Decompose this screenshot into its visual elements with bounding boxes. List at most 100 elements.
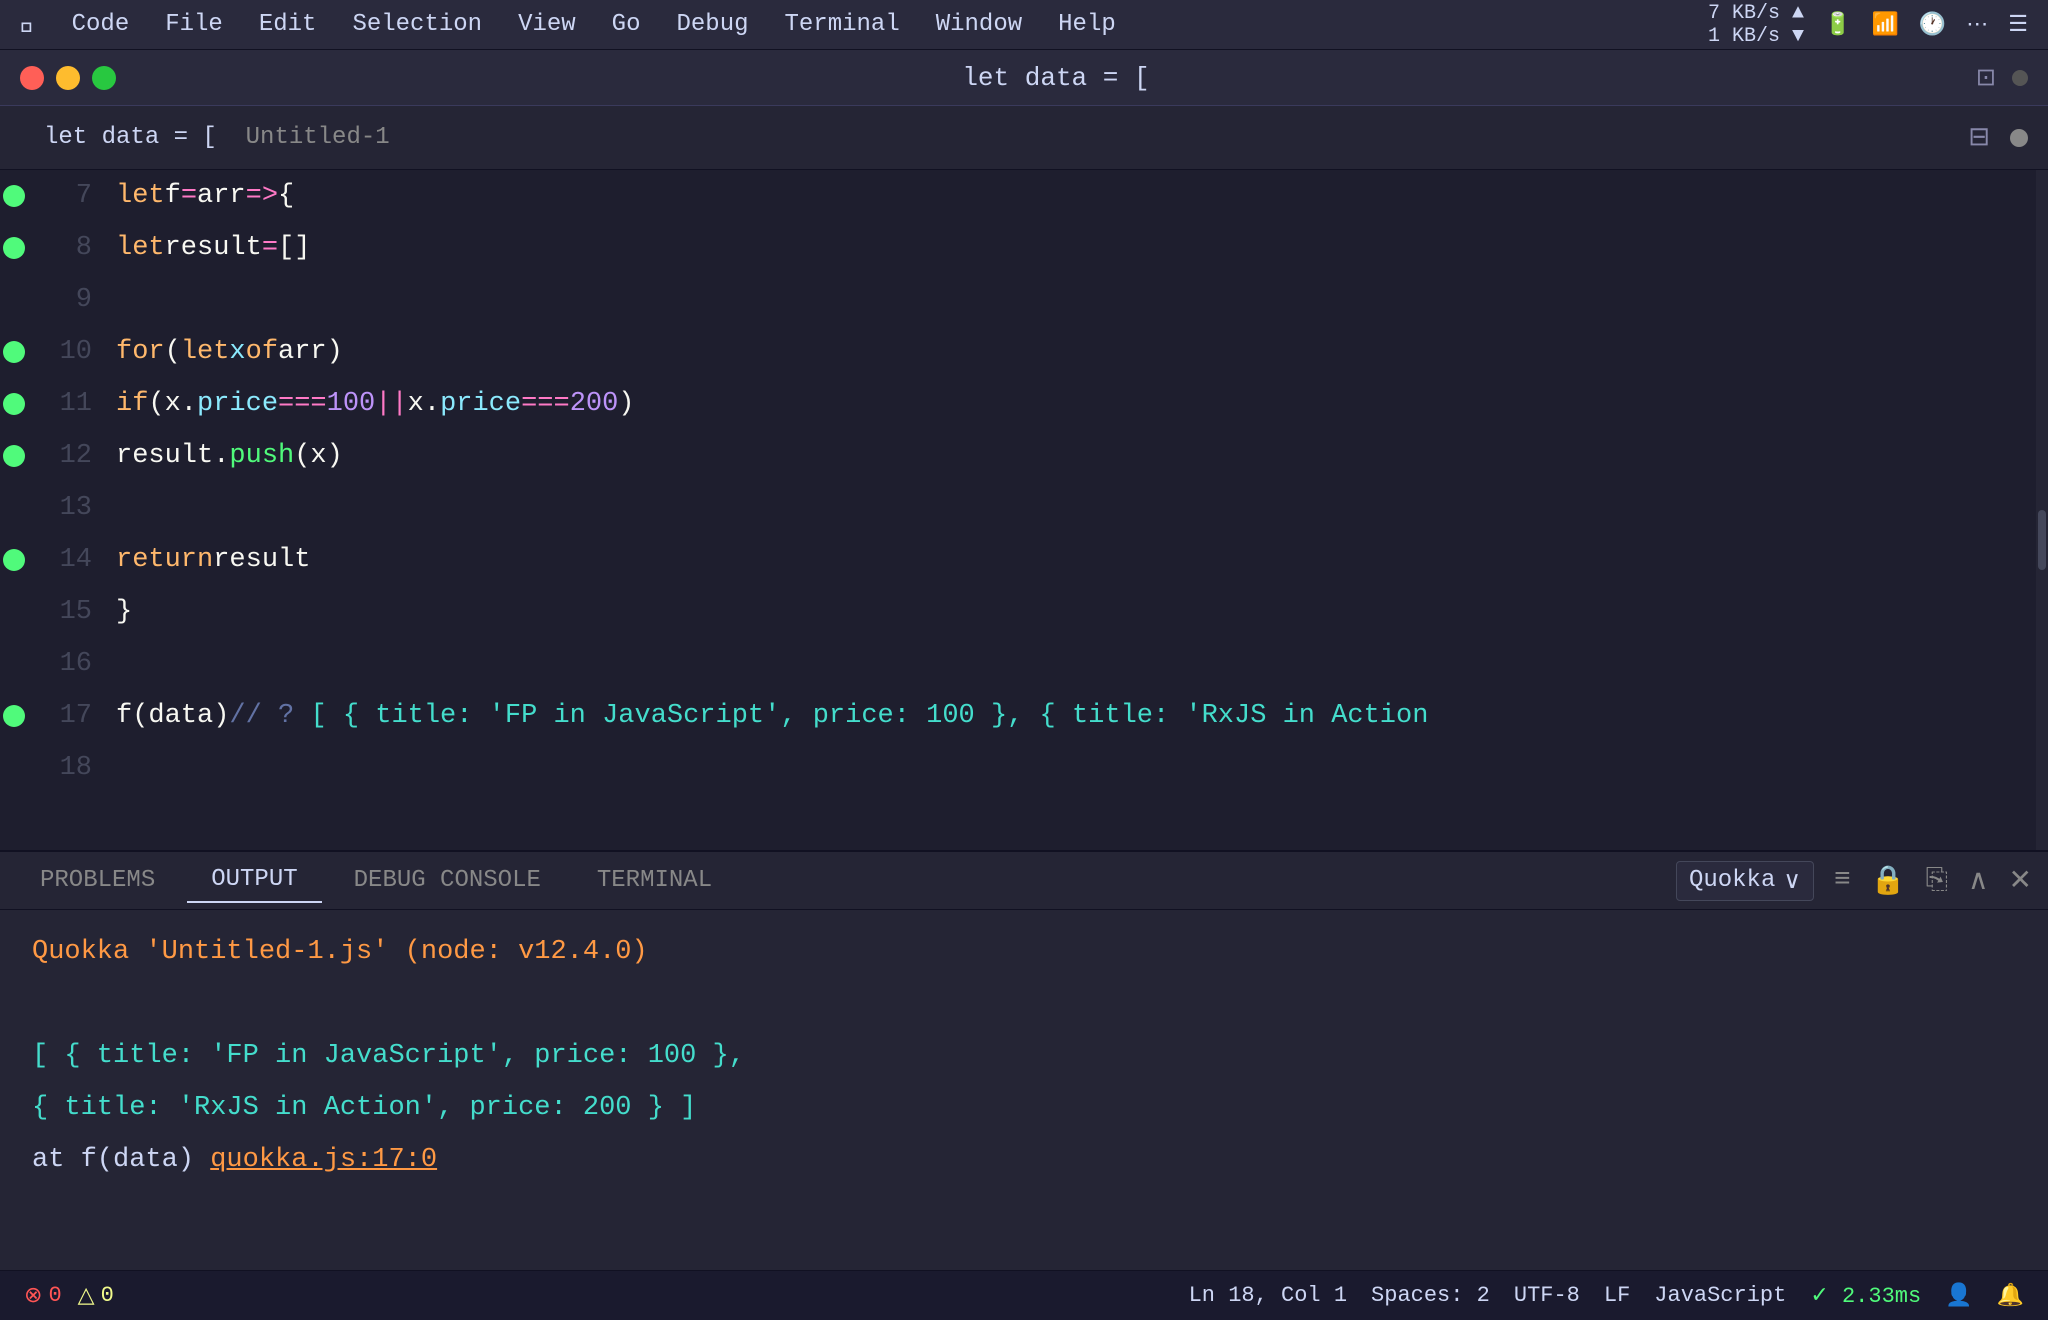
scrollbar-thumb[interactable] [2038,510,2046,570]
code-container[interactable]: 789101112131415161718 let f = arr => { l… [0,170,2048,850]
menu-file[interactable]: File [165,11,223,38]
layout-icon[interactable]: ⊟ [1968,122,1990,153]
lock-icon[interactable]: 🔒 [1871,863,1906,898]
status-right: Ln 18, Col 1 Spaces: 2 UTF-8 LF JavaScri… [1189,1283,2024,1309]
gutter-dot-9 [3,289,25,311]
output-line-4: { title: 'RxJS in Action', price: 200 } … [32,1082,2016,1134]
line-number-7: 7 [36,170,92,222]
output-line-2 [32,978,2016,1030]
line-number-8: 8 [36,222,92,274]
spaces-indicator[interactable]: Spaces: 2 [1371,1283,1490,1308]
notification-icon: ⋯ [1966,12,1988,38]
traffic-lights [20,66,116,90]
error-icon: ⊗ [24,1283,42,1309]
line-number-16: 16 [36,638,92,690]
quokka-link[interactable]: quokka.js:17:0 [210,1145,437,1175]
menu-view[interactable]: View [518,11,576,38]
output-line-3: [ { title: 'FP in JavaScript', price: 10… [32,1030,2016,1082]
code-line-17[interactable]: f(data) // ? [ { title: 'FP in JavaScrip… [108,690,2036,742]
panel-close-icon[interactable]: ✕ [2009,863,2032,898]
list-icon: ☰ [2008,12,2028,38]
panel-selector[interactable]: Quokka ∨ [1676,861,1814,901]
title-bar: let data = [ ⊡ [0,50,2048,106]
code-lines[interactable]: let f = arr => { let result = [] for (le… [108,170,2036,850]
menu-help[interactable]: Help [1058,11,1116,38]
tab-bar: let data = [ Untitled-1 ⊟ [0,106,2048,170]
copy-icon[interactable]: ⎘ [1926,865,1948,897]
menu-code[interactable]: Code [72,11,130,38]
apple-menu[interactable]:  [20,10,36,40]
code-line-18[interactable] [108,742,2036,794]
code-line-14[interactable]: return result [108,534,2036,586]
line-number-14: 14 [36,534,92,586]
tab-debug-console[interactable]: DEBUG CONSOLE [330,859,565,902]
code-line-16[interactable] [108,638,2036,690]
gutter-dot-13 [3,497,25,519]
line-numbers: 789101112131415161718 [28,170,108,850]
gutter-dot-17 [3,705,25,727]
bell-icon[interactable]: 🔔 [1997,1283,2024,1309]
status-bar: ⊗ 0 △ 0 Ln 18, Col 1 Spaces: 2 UTF-8 LF … [0,1270,2048,1320]
code-line-11[interactable]: if (x.price === 100 || x.price === 200) [108,378,2036,430]
code-line-8[interactable]: let result = [] [108,222,2036,274]
line-number-13: 13 [36,482,92,534]
dot-indicator [2012,70,2028,86]
error-count: ⊗ 0 [24,1283,62,1309]
tab-terminal[interactable]: TERMINAL [573,859,736,902]
wifi-icon: 📶 [1871,12,1898,38]
line-number-10: 10 [36,326,92,378]
gutter-dot-12 [3,445,25,467]
line-number-12: 12 [36,430,92,482]
code-line-10[interactable]: for (let x of arr) [108,326,2036,378]
editor-area: 789101112131415161718 let f = arr => { l… [0,170,2048,850]
output-line-1: Quokka 'Untitled-1.js' (node: v12.4.0) [32,926,2016,978]
gutter-dot-18 [3,757,25,779]
tab-problems[interactable]: PROBLEMS [16,859,179,902]
gutter-dot-11 [3,393,25,415]
panel-up-icon[interactable]: ∧ [1968,863,1989,898]
minimize-button[interactable] [56,66,80,90]
gutter-dot-10 [3,341,25,363]
clock-icon: 🕐 [1919,12,1946,38]
panel-output: Quokka 'Untitled-1.js' (node: v12.4.0) [… [0,910,2048,1270]
code-line-7[interactable]: let f = arr => { [108,170,2036,222]
clear-output-icon[interactable]: ≡ [1834,865,1851,896]
code-line-13[interactable] [108,482,2036,534]
window-title: let data = [ [136,63,1976,93]
scrollbar[interactable] [2036,170,2048,850]
output-line-5: at f(data) quokka.js:17:0 [32,1134,2016,1186]
tab-untitled[interactable]: let data = [ Untitled-1 [20,116,414,159]
close-button[interactable] [20,66,44,90]
maximize-button[interactable] [92,66,116,90]
gutter-dot-16 [3,653,25,675]
person-icon[interactable]: 👤 [1945,1283,1972,1309]
warning-count: △ 0 [78,1283,114,1309]
code-line-15[interactable]: } [108,586,2036,638]
gutter-icons [0,170,28,850]
line-number-9: 9 [36,274,92,326]
tab-label: let data = [ Untitled-1 [44,124,390,151]
gutter-dot-7 [3,185,25,207]
cursor-position[interactable]: Ln 18, Col 1 [1189,1283,1347,1308]
network-stats: 7 KB/s ▲1 KB/s ▼ [1708,2,1804,48]
tab-output[interactable]: OUTPUT [187,858,321,903]
menu-debug[interactable]: Debug [676,11,748,38]
menu-terminal[interactable]: Terminal [785,11,900,38]
menu-selection[interactable]: Selection [352,11,482,38]
language-indicator[interactable]: JavaScript [1654,1283,1786,1308]
chevron-down-icon: ∨ [1783,866,1801,896]
encoding-indicator[interactable]: UTF-8 [1514,1283,1580,1308]
line-number-18: 18 [36,742,92,794]
status-left: ⊗ 0 △ 0 [24,1283,114,1309]
gutter-dot-15 [3,601,25,623]
menu-window[interactable]: Window [936,11,1022,38]
line-ending-indicator[interactable]: LF [1604,1283,1630,1308]
menu-edit[interactable]: Edit [259,11,317,38]
menu-go[interactable]: Go [612,11,641,38]
panel-tabs: PROBLEMS OUTPUT DEBUG CONSOLE TERMINAL Q… [0,852,2048,910]
panel-bottom: PROBLEMS OUTPUT DEBUG CONSOLE TERMINAL Q… [0,850,2048,1270]
split-editor-icon[interactable]: ⊡ [1976,63,1996,93]
code-line-9[interactable] [108,274,2036,326]
code-line-12[interactable]: result.push(x) [108,430,2036,482]
warning-icon: △ [78,1283,95,1309]
